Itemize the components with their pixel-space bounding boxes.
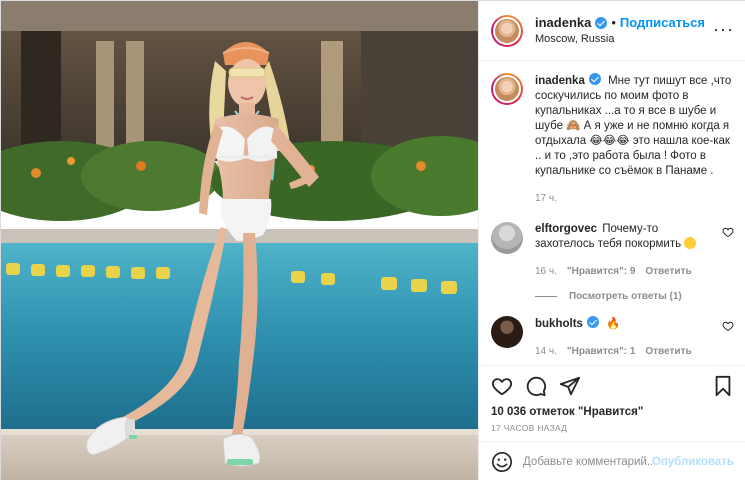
commenter-avatar[interactable] — [491, 316, 523, 348]
smile-icon[interactable] — [491, 451, 513, 473]
caption-time[interactable]: 17 ч. — [535, 191, 557, 206]
location-link[interactable]: Moscow, Russia — [535, 31, 705, 47]
comment-heart-icon[interactable] — [722, 226, 734, 238]
commenter-username[interactable]: elftorgovec — [535, 223, 597, 235]
comments-list[interactable]: inadenka Мне тут пишут все ,что соскучил… — [479, 61, 745, 365]
comment-likes[interactable]: "Нравится": 1 — [567, 344, 636, 359]
more-options-icon[interactable]: ··· — [713, 20, 734, 38]
smile-emoji-icon — [684, 237, 697, 249]
comment-input[interactable] — [523, 455, 652, 468]
comment-time[interactable]: 14 ч. — [535, 344, 557, 359]
comment-heart-icon[interactable] — [722, 320, 734, 332]
instagram-post: inadenka • Подписаться Moscow, Russia ··… — [0, 0, 745, 480]
separator-dot: • — [611, 14, 616, 30]
comment-icon[interactable] — [525, 375, 547, 397]
post-photo[interactable] — [1, 1, 478, 480]
reply-button[interactable]: Ответить — [645, 264, 691, 279]
caption: inadenka Мне тут пишут все ,что соскучил… — [491, 73, 734, 222]
follow-button[interactable]: Подписаться — [620, 15, 705, 31]
share-icon[interactable] — [559, 375, 581, 397]
verified-badge-icon — [595, 16, 608, 29]
commenter-username[interactable]: bukholts — [535, 318, 583, 330]
caption-text: Мне тут пишут все ,что соскучились по мо… — [535, 75, 732, 177]
likes-count[interactable]: 10 036 отметок "Нравится" — [479, 405, 745, 419]
commenter-avatar[interactable] — [491, 222, 523, 254]
post-header: inadenka • Подписаться Moscow, Russia ··… — [479, 1, 745, 61]
comment-time[interactable]: 16 ч. — [535, 264, 557, 279]
comment-item: elftorgovec Почему-то захотелось тебя по… — [491, 222, 734, 295]
verified-badge-icon — [586, 316, 599, 328]
comment-item: bukholts 🔥 14 ч. "Нравится": 1 Ответить — [491, 316, 734, 365]
post-actions — [479, 365, 745, 405]
comment-text: 🔥 — [606, 318, 621, 330]
post-image — [1, 1, 478, 480]
add-comment-bar: Опубликовать — [479, 441, 745, 480]
reply-button[interactable]: Ответить — [645, 344, 691, 359]
bookmark-icon[interactable] — [712, 375, 734, 397]
comment-likes[interactable]: "Нравится": 9 — [567, 264, 636, 279]
post-side-panel: inadenka • Подписаться Moscow, Russia ··… — [478, 1, 745, 480]
publish-button[interactable]: Опубликовать — [652, 456, 734, 468]
replies-line — [535, 296, 557, 297]
author-avatar[interactable] — [491, 14, 523, 47]
author-info: inadenka • Подписаться Moscow, Russia — [535, 15, 705, 47]
verified-badge-icon — [588, 73, 601, 85]
caption-username[interactable]: inadenka — [535, 75, 585, 87]
heart-icon[interactable] — [491, 375, 513, 397]
author-username[interactable]: inadenka — [535, 15, 591, 31]
post-timestamp: 17 ЧАСОВ НАЗАД — [491, 423, 568, 433]
caption-avatar[interactable] — [491, 73, 523, 105]
